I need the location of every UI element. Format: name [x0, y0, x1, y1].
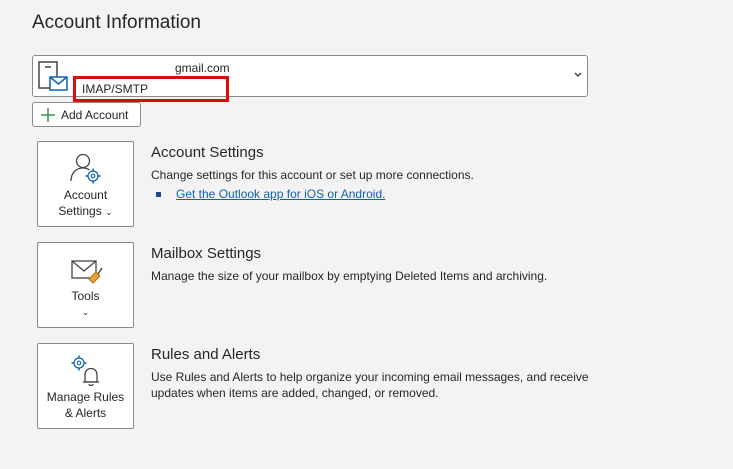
manage-rules-label-1: Manage Rules	[46, 390, 125, 404]
add-account-label: Add Account	[61, 107, 129, 122]
user-gear-icon	[69, 153, 100, 184]
account-settings-label-1: Account	[63, 188, 108, 202]
redacted-area	[73, 56, 177, 76]
account-settings-title: Account Settings	[151, 144, 264, 161]
page-title: Account Information	[32, 12, 201, 33]
account-settings-label-2: Settings	[58, 204, 102, 218]
account-settings-description: Change settings for this account or set …	[151, 168, 474, 182]
rules-alerts-section: Rules and Alerts Use Rules and Alerts to…	[151, 346, 591, 401]
chevron-down-icon: ⌄	[81, 307, 90, 317]
manage-rules-alerts-button[interactable]: Manage Rules & Alerts	[37, 343, 134, 429]
mailbox-icon	[38, 61, 68, 91]
tools-label: Tools	[71, 289, 100, 303]
chevron-down-icon: ⌄	[105, 207, 113, 217]
bullet-icon	[156, 191, 161, 197]
account-selector[interactable]: gmail.com IMAP/SMTP	[32, 55, 588, 102]
account-type-label: IMAP/SMTP	[73, 76, 229, 102]
add-account-button[interactable]: Add Account	[32, 102, 141, 127]
mailbox-settings-description: Manage the size of your mailbox by empty…	[151, 269, 548, 283]
outlook-app-link[interactable]: Get the Outlook app for iOS or Android.	[176, 187, 385, 201]
plus-icon	[41, 107, 55, 122]
account-settings-section: Account Settings Change settings for thi…	[151, 144, 591, 201]
account-settings-button[interactable]: Account Settings ⌄	[37, 141, 134, 227]
account-email: gmail.com	[175, 61, 230, 75]
rules-bell-icon	[71, 355, 99, 387]
manage-rules-label-2: & Alerts	[64, 406, 107, 420]
chevron-down-icon[interactable]	[573, 69, 583, 79]
tools-button[interactable]: Tools ⌄	[37, 242, 134, 328]
rules-alerts-description: Use Rules and Alerts to help organize yo…	[151, 370, 589, 400]
mailbox-settings-title: Mailbox Settings	[151, 245, 262, 262]
mailbox-settings-section: Mailbox Settings Manage the size of your…	[151, 245, 591, 284]
mailbox-cleanup-icon	[70, 260, 103, 284]
rules-alerts-title: Rules and Alerts	[151, 346, 261, 363]
